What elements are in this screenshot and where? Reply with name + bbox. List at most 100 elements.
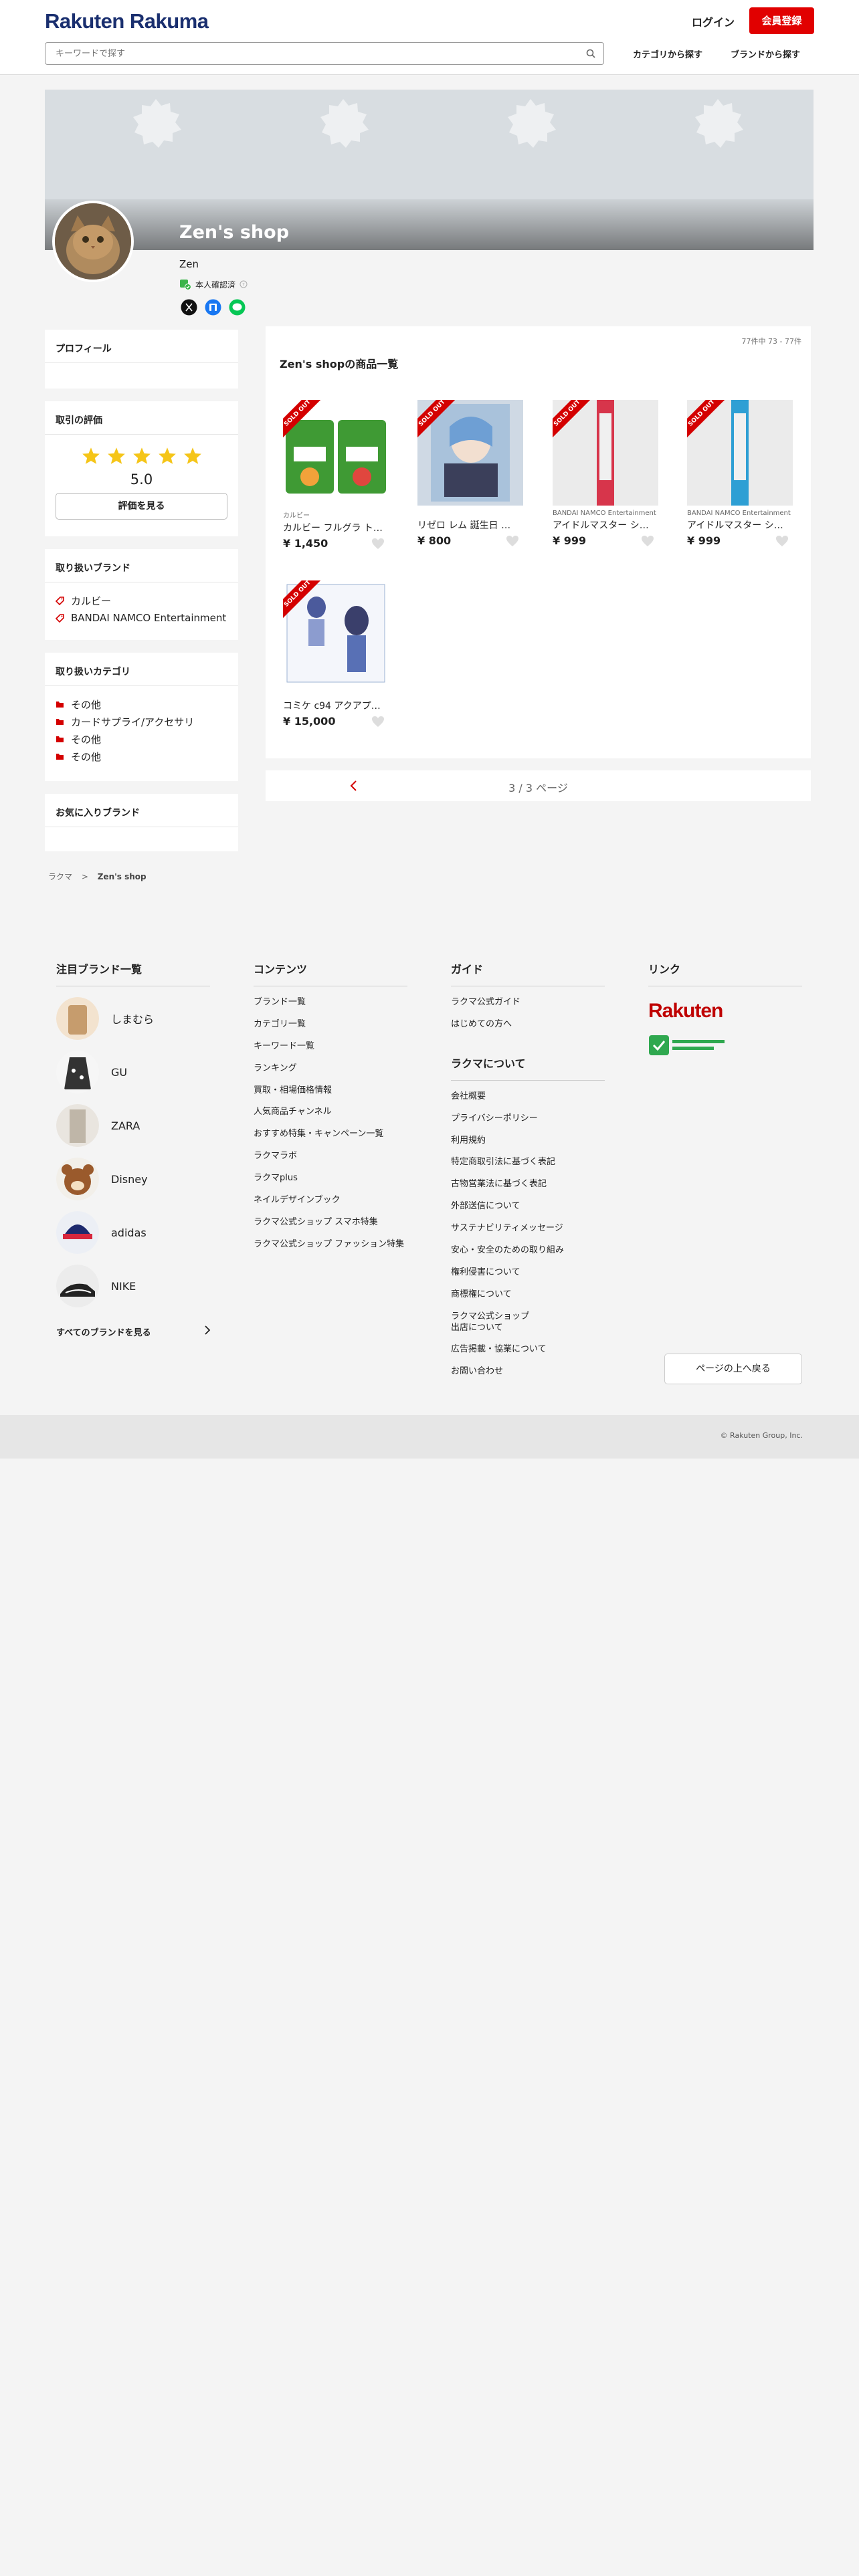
product-card[interactable]: SOLD OUT カルビー カルビー フルグラ トロピカル ¥ 1,450: [283, 400, 390, 550]
product-card[interactable]: SOLD OUT BANDAI NAMCO Entertainment アイドル…: [553, 400, 660, 547]
heart-icon[interactable]: [641, 535, 654, 547]
footer-link[interactable]: ラクマ公式ショップ スマホ特集: [254, 1217, 414, 1228]
star-icon: [107, 447, 125, 464]
view-ratings-button[interactable]: 評価を見る: [56, 493, 227, 520]
footer-brand-item[interactable]: NIKE: [56, 1259, 210, 1313]
verified-badge: 本人確認済 ?: [179, 278, 248, 290]
sidebar-category-label: その他: [71, 750, 102, 763]
product-image: SOLD OUT: [417, 400, 523, 506]
footer-link[interactable]: ラクマ公式ショップ 出店について: [451, 1311, 611, 1334]
sidebar-brand-calbee[interactable]: カルビー: [45, 592, 238, 609]
x-share-icon[interactable]: [181, 299, 197, 316]
facebook-share-icon[interactable]: [205, 299, 221, 316]
nav-brand[interactable]: ブランドから探す: [731, 47, 800, 60]
star-icon: [183, 447, 201, 464]
footer-link[interactable]: 商標権について: [451, 1289, 611, 1301]
sidebar-category-item[interactable]: その他: [45, 730, 238, 748]
footer-brand-item[interactable]: Disney: [56, 1152, 210, 1206]
footer-link[interactable]: おすすめ特集・キャンペーン一覧: [254, 1129, 414, 1140]
footer-link[interactable]: 広告掲載・協業について: [451, 1344, 611, 1356]
profile-panel: プロフィール: [45, 330, 238, 389]
all-brands-link[interactable]: すべてのブランドを見る: [56, 1325, 211, 1338]
footer-brand-item[interactable]: ZARA: [56, 1099, 210, 1152]
footer-link[interactable]: 会社概要: [451, 1091, 611, 1103]
footer-link[interactable]: お問い合わせ: [451, 1366, 611, 1378]
verified-id-icon: [180, 280, 191, 290]
line-share-icon[interactable]: [229, 299, 246, 316]
heart-icon[interactable]: [371, 716, 385, 728]
folder-icon: [56, 736, 64, 742]
breadcrumb-home[interactable]: ラクマ: [48, 872, 72, 881]
footer-link[interactable]: ネイルデザインブック: [254, 1195, 414, 1206]
rakuma-logo[interactable]: Rakuten Rakuma: [45, 9, 209, 33]
privacy-certification-icon[interactable]: [648, 1035, 727, 1057]
cover-pattern-icon: [133, 99, 181, 148]
folder-icon: [56, 718, 64, 725]
product-card[interactable]: SOLD OUT リゼロ レム 誕生日 マフラータオル ¥ 800: [417, 400, 524, 547]
footer-link[interactable]: ラクマ公式ガイド: [451, 997, 611, 1008]
footer-link[interactable]: 安心・安全のための取り組み: [451, 1245, 611, 1257]
breadcrumb-separator: >: [81, 872, 88, 881]
footer-guide-title: ガイド: [451, 960, 605, 986]
footer-link[interactable]: 外部送信について: [451, 1201, 611, 1212]
sidebar-brand-label: BANDAI NAMCO Entertainment: [71, 612, 227, 624]
copyright: © Rakuten Group, Inc.: [720, 1431, 803, 1440]
result-count: 77件中 73 - 77件: [741, 337, 801, 346]
footer-link[interactable]: 権利侵害について: [451, 1267, 611, 1279]
sidebar-brand-bandai[interactable]: BANDAI NAMCO Entertainment: [45, 609, 238, 627]
footer-link[interactable]: ラクマ公式ショップ ファッション特集: [254, 1239, 414, 1251]
rating-score: 5.0: [130, 471, 153, 488]
footer-about-title: ラクマについて: [451, 1055, 605, 1081]
all-brands-label: すべてのブランドを見る: [56, 1328, 151, 1338]
footer-link[interactable]: キーワード一覧: [254, 1041, 414, 1053]
rakuten-logo-link[interactable]: Rakuten: [648, 1000, 802, 1023]
footer-link[interactable]: ランキング: [254, 1063, 414, 1075]
search-icon[interactable]: [586, 49, 595, 58]
footer-link[interactable]: サステナビリティメッセージ: [451, 1223, 611, 1235]
footer-link[interactable]: ラクマplus: [254, 1173, 414, 1184]
sidebar-category-item[interactable]: カードサプライ/アクセサリ: [45, 713, 238, 730]
sidebar-category-item[interactable]: その他: [45, 695, 238, 713]
sidebar-category-item[interactable]: その他: [45, 748, 238, 765]
favorite-brands-panel: お気に入りブランド: [45, 794, 238, 851]
footer-brand-label: adidas: [111, 1226, 147, 1239]
register-button[interactable]: 会員登録: [749, 7, 814, 34]
product-image: SOLD OUT: [283, 400, 389, 506]
search-input[interactable]: [45, 43, 567, 64]
product-brand: [417, 510, 524, 517]
heart-icon[interactable]: [371, 538, 385, 550]
product-card[interactable]: SOLD OUT BANDAI NAMCO Entertainment アイドル…: [687, 400, 794, 547]
login-link[interactable]: ログイン: [692, 13, 735, 29]
pagination: 3 / 3 ページ: [266, 770, 811, 801]
cover-pattern-icon: [695, 99, 743, 148]
footer-link[interactable]: はじめての方へ: [451, 1019, 611, 1031]
footer-brand-item[interactable]: しまむら: [56, 992, 210, 1045]
footer-link[interactable]: 特定商取引法に基づく表記: [451, 1157, 611, 1168]
footer-link[interactable]: カテゴリ一覧: [254, 1019, 414, 1031]
footer-link[interactable]: 利用規約: [451, 1136, 611, 1147]
nav-category[interactable]: カテゴリから探す: [633, 47, 702, 60]
footer-link[interactable]: 古物営業法に基づく表記: [451, 1179, 611, 1190]
footer-link[interactable]: プライバシーポリシー: [451, 1113, 611, 1125]
brand-thumbnail: [56, 1104, 99, 1147]
footer-brand-item[interactable]: GU: [56, 1045, 210, 1099]
favorite-brands-title: お気に入りブランド: [45, 794, 238, 827]
tag-icon: [56, 613, 64, 623]
heart-icon[interactable]: [506, 535, 519, 547]
footer-link[interactable]: ブランド一覧: [254, 997, 414, 1008]
chevron-right-icon: [205, 1325, 211, 1335]
star-icon: [132, 447, 151, 464]
profile-title: プロフィール: [45, 330, 238, 363]
product-card[interactable]: SOLD OUT コミケ c94 アクアプラス タペストリー ¥ 15,000: [283, 580, 390, 728]
footer-brand-item[interactable]: adidas: [56, 1206, 210, 1259]
sidebar-category-label: カードサプライ/アクセサリ: [71, 716, 195, 728]
product-brand: BANDAI NAMCO Entertainment: [553, 510, 656, 517]
info-icon[interactable]: ?: [240, 280, 248, 288]
categories-title: 取り扱いカテゴリ: [45, 653, 238, 686]
footer-link[interactable]: 買取・相場価格情報: [254, 1085, 414, 1097]
heart-icon[interactable]: [775, 535, 789, 547]
back-to-top-button[interactable]: ページの上へ戻る: [664, 1354, 802, 1384]
footer-link[interactable]: 人気商品チャンネル: [254, 1107, 414, 1118]
brands-title: 取り扱いブランド: [45, 549, 238, 582]
footer-link[interactable]: ラクマラボ: [254, 1151, 414, 1162]
